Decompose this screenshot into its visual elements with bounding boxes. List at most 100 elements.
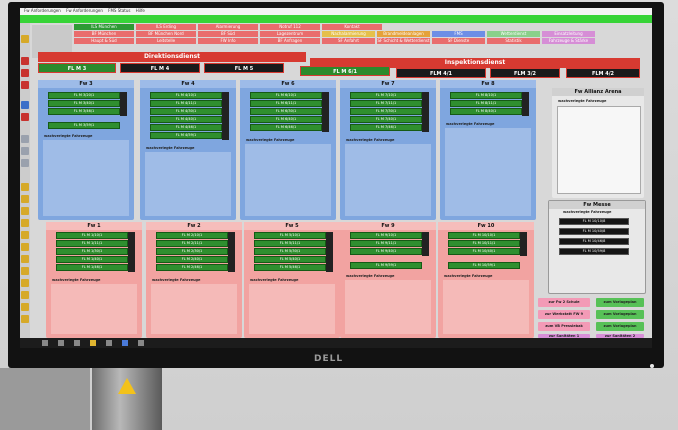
nav-tab[interactable]: Notruf 112 xyxy=(260,24,320,30)
vehicle-status[interactable]: FL M 2/11/1 xyxy=(156,240,228,247)
vehicle-status[interactable]: FL M 7/46/1 xyxy=(350,124,422,131)
vehicle-status[interactable]: FL M 3/20/1 xyxy=(48,92,120,99)
vehicle-status[interactable]: FL M 4/11/1 xyxy=(150,100,222,107)
app-icon[interactable] xyxy=(138,340,144,346)
vehicle-status[interactable]: FL M 4/40/1 xyxy=(150,116,222,123)
vehicle-status[interactable]: FL M 5/46/1 xyxy=(254,264,326,271)
nav-tab[interactable]: BF München Nord xyxy=(136,31,196,37)
toolbar-button-5[interactable] xyxy=(21,101,29,109)
vehicle-status[interactable]: FL M 10/40/1 xyxy=(448,248,520,255)
vehicle-status[interactable]: FL M 7/11/1 xyxy=(350,100,422,107)
vehicle-status[interactable]: FL M 9/40/1 xyxy=(350,248,422,255)
vehicle-status[interactable]: FL M 10/10/1 xyxy=(448,232,520,239)
nav-tab[interactable]: Einsatzleitung xyxy=(542,31,595,37)
toolbar-button-12[interactable] xyxy=(21,207,29,215)
link-button[interactable]: zum Vorlageplan xyxy=(596,322,644,331)
toolbar-button-19[interactable] xyxy=(21,291,29,299)
link-button[interactable]: zur Werkstatt FW 9 xyxy=(538,310,590,319)
vehicle-status[interactable]: FL M 6/10/1 xyxy=(250,92,322,99)
vehicle-status[interactable]: FL M 9/11/1 xyxy=(350,240,422,247)
toolbar-button-3[interactable] xyxy=(21,69,29,77)
task-view-icon[interactable] xyxy=(74,340,80,346)
vehicle-status[interactable]: FL M 8/40/1 xyxy=(450,108,522,115)
folder-icon[interactable] xyxy=(90,340,96,346)
nav-tab[interactable]: ILS Erding xyxy=(136,24,196,30)
nav-tab[interactable]: SF Anfahrt xyxy=(322,38,375,44)
nav-tab[interactable]: BF Anfragen xyxy=(260,38,320,44)
vehicle-status[interactable]: FL M 10/46/8 xyxy=(559,238,629,245)
vehicle-status[interactable]: FL M 5/30/1 xyxy=(254,248,326,255)
toolbar-button-11[interactable] xyxy=(21,195,29,203)
toolbar-button-6[interactable] xyxy=(21,113,29,121)
menu-item-4[interactable]: Hilfe xyxy=(136,8,145,13)
vehicle-status[interactable]: FL M 1/30/1 xyxy=(56,248,128,255)
nav-tab[interactable]: Alarmierung xyxy=(198,24,258,30)
toolbar-button-8[interactable] xyxy=(21,147,29,155)
nav-tab[interactable]: Fahrzeuge & Stärke xyxy=(542,38,595,44)
nav-tab[interactable]: Brandmeldeanlagen xyxy=(377,31,430,37)
app-icon[interactable] xyxy=(106,340,112,346)
nav-tab[interactable]: Wetterdienst xyxy=(487,31,540,37)
vehicle-status[interactable]: FL M 4/30/1 xyxy=(150,108,222,115)
vehicle-status[interactable]: FL M 7/40/1 xyxy=(350,116,422,123)
toolbar-button-17[interactable] xyxy=(21,267,29,275)
menu-item-1[interactable]: Fw Anforderungen xyxy=(24,8,61,13)
link-button[interactable]: zum Vorlageplan xyxy=(596,310,644,319)
vehicle-status[interactable]: FL M 6/11/1 xyxy=(250,100,322,107)
vehicle-status[interactable]: FL M 9/59/1 xyxy=(350,262,422,269)
vehicle-status[interactable]: FL M 10/10/8 xyxy=(559,218,629,225)
menu-item-2[interactable]: Fw Anforderungen xyxy=(66,8,103,13)
link-button[interactable]: zum Vorlageplan xyxy=(596,298,644,307)
nav-tab[interactable]: Haupt & Süd xyxy=(74,38,134,44)
start-icon[interactable] xyxy=(42,340,48,346)
vehicle-status[interactable]: FL M 4/59/1 xyxy=(150,132,222,139)
status-box[interactable]: FLM 3/2 xyxy=(490,68,560,78)
vehicle-status[interactable]: FL M 9/10/1 xyxy=(350,232,422,239)
vehicle-status[interactable]: FL M 10/11/1 xyxy=(448,240,520,247)
vehicle-status[interactable]: FL M 4/10/1 xyxy=(150,92,222,99)
vehicle-status[interactable]: FL M 2/46/1 xyxy=(156,264,228,271)
status-box[interactable]: FLM 4/2 xyxy=(566,68,640,78)
nav-tab[interactable]: Nachalarmierung xyxy=(322,31,375,37)
toolbar-button-15[interactable] xyxy=(21,243,29,251)
toolbar-button-14[interactable] xyxy=(21,231,29,239)
toolbar-button-9[interactable] xyxy=(21,159,29,167)
nav-tab[interactable]: BF Süd xyxy=(198,31,258,37)
nav-tab[interactable]: Lagezentrum xyxy=(260,31,320,37)
vehicle-status[interactable]: FL M 6/30/1 xyxy=(250,108,322,115)
toolbar-button-4[interactable] xyxy=(21,81,29,89)
vehicle-status[interactable]: FL M 3/40/1 xyxy=(48,100,120,107)
toolbar-button-2[interactable] xyxy=(21,57,29,65)
vehicle-status[interactable]: FL M 2/30/1 xyxy=(156,248,228,255)
vehicle-status[interactable]: FL M 3/46/1 xyxy=(48,108,120,115)
status-box[interactable]: FL M 5 xyxy=(204,63,284,73)
link-button[interactable]: zur Fw 2 Schule xyxy=(538,298,590,307)
toolbar-button-13[interactable] xyxy=(21,219,29,227)
nav-tab[interactable]: SF Schicht & Wetterdienst xyxy=(377,38,430,44)
vehicle-status[interactable]: FL M 10/40/8 xyxy=(559,228,629,235)
vehicle-status[interactable]: FL M 5/40/1 xyxy=(254,256,326,263)
status-box[interactable]: FL M 4 xyxy=(120,63,200,73)
vehicle-status[interactable]: FL M 1/10/1 xyxy=(56,232,128,239)
vehicle-status[interactable]: FL M 8/11/1 xyxy=(450,100,522,107)
nav-tab[interactable]: Statistik xyxy=(487,38,540,44)
toolbar-button-1[interactable] xyxy=(21,35,29,43)
toolbar-button-20[interactable] xyxy=(21,303,29,311)
status-box[interactable]: FL M 6/1 xyxy=(300,66,390,76)
vehicle-status[interactable]: FL M 1/11/1 xyxy=(56,240,128,247)
app-icon[interactable] xyxy=(122,340,128,346)
nav-tab[interactable]: Kontakt xyxy=(322,24,382,30)
vehicle-status[interactable]: FL M 6/46/1 xyxy=(250,124,322,131)
vehicle-status[interactable]: FL M 2/40/1 xyxy=(156,256,228,263)
vehicle-status[interactable]: FL M 7/10/1 xyxy=(350,92,422,99)
vehicle-status[interactable]: FL M 8/10/1 xyxy=(450,92,522,99)
toolbar-button-7[interactable] xyxy=(21,135,29,143)
vehicle-status[interactable]: FL M 5/11/1 xyxy=(254,240,326,247)
toolbar-button-16[interactable] xyxy=(21,255,29,263)
nav-tab[interactable]: SF Dienste xyxy=(432,38,485,44)
vehicle-status[interactable]: FL M 7/30/1 xyxy=(350,108,422,115)
vehicle-status[interactable]: FL M 10/59/1 xyxy=(448,262,520,269)
vehicle-status[interactable]: FL M 1/40/1 xyxy=(56,256,128,263)
vehicle-status[interactable]: FL M 6/40/1 xyxy=(250,116,322,123)
status-box[interactable]: FLM 4/1 xyxy=(396,68,486,78)
